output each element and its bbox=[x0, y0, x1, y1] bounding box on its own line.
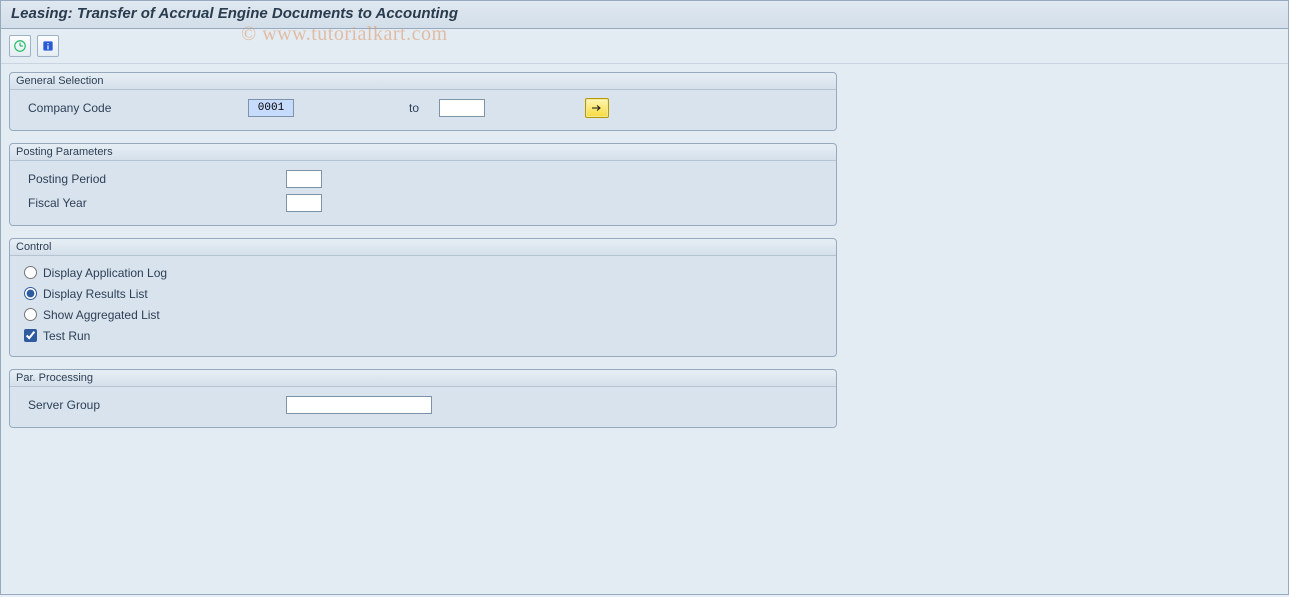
multiple-selection-button[interactable] bbox=[585, 98, 609, 118]
radio-display-results[interactable] bbox=[24, 287, 37, 300]
page-title: Leasing: Transfer of Accrual Engine Docu… bbox=[11, 5, 1278, 22]
option-display-app-log[interactable]: Display Application Log bbox=[24, 262, 828, 283]
option-show-aggregated[interactable]: Show Aggregated List bbox=[24, 304, 828, 325]
option-display-results[interactable]: Display Results List bbox=[24, 283, 828, 304]
fiscal-year-input[interactable] bbox=[286, 194, 322, 212]
group-posting-parameters: Posting Parameters Posting Period Fiscal… bbox=[9, 143, 837, 226]
to-label: to bbox=[409, 101, 439, 115]
server-group-input[interactable] bbox=[286, 396, 432, 414]
content-area: General Selection Company Code to Postin… bbox=[1, 64, 1288, 448]
company-code-label: Company Code bbox=[24, 101, 248, 115]
group-header: Par. Processing bbox=[10, 370, 836, 387]
checkbox-test-run[interactable] bbox=[24, 329, 37, 342]
group-header: General Selection bbox=[10, 73, 836, 90]
row-posting-period: Posting Period bbox=[24, 167, 828, 191]
option-test-run[interactable]: Test Run bbox=[24, 325, 828, 346]
server-group-label: Server Group bbox=[24, 398, 248, 412]
radio-show-aggregated[interactable] bbox=[24, 308, 37, 321]
company-code-to-input[interactable] bbox=[439, 99, 485, 117]
toolbar: © www.tutorialkart.com bbox=[1, 29, 1288, 64]
checkbox-label: Test Run bbox=[43, 329, 90, 343]
execute-icon bbox=[13, 39, 27, 53]
arrow-right-icon bbox=[591, 103, 603, 113]
radio-label: Show Aggregated List bbox=[43, 308, 160, 322]
radio-label: Display Results List bbox=[43, 287, 148, 301]
company-code-from-input[interactable] bbox=[248, 99, 294, 117]
fiscal-year-label: Fiscal Year bbox=[24, 196, 248, 210]
execute-button[interactable] bbox=[9, 35, 31, 57]
row-fiscal-year: Fiscal Year bbox=[24, 191, 828, 215]
group-control: Control Display Application Log Display … bbox=[9, 238, 837, 357]
radio-label: Display Application Log bbox=[43, 266, 167, 280]
radio-display-app-log[interactable] bbox=[24, 266, 37, 279]
group-general-selection: General Selection Company Code to bbox=[9, 72, 837, 131]
group-par-processing: Par. Processing Server Group bbox=[9, 369, 837, 428]
info-icon bbox=[41, 39, 55, 53]
group-header: Control bbox=[10, 239, 836, 256]
group-header: Posting Parameters bbox=[10, 144, 836, 161]
info-button[interactable] bbox=[37, 35, 59, 57]
app-frame: Leasing: Transfer of Accrual Engine Docu… bbox=[0, 0, 1289, 595]
row-company-code: Company Code to bbox=[24, 96, 828, 120]
title-bar: Leasing: Transfer of Accrual Engine Docu… bbox=[1, 1, 1288, 29]
posting-period-input[interactable] bbox=[286, 170, 322, 188]
row-server-group: Server Group bbox=[24, 393, 828, 417]
posting-period-label: Posting Period bbox=[24, 172, 248, 186]
